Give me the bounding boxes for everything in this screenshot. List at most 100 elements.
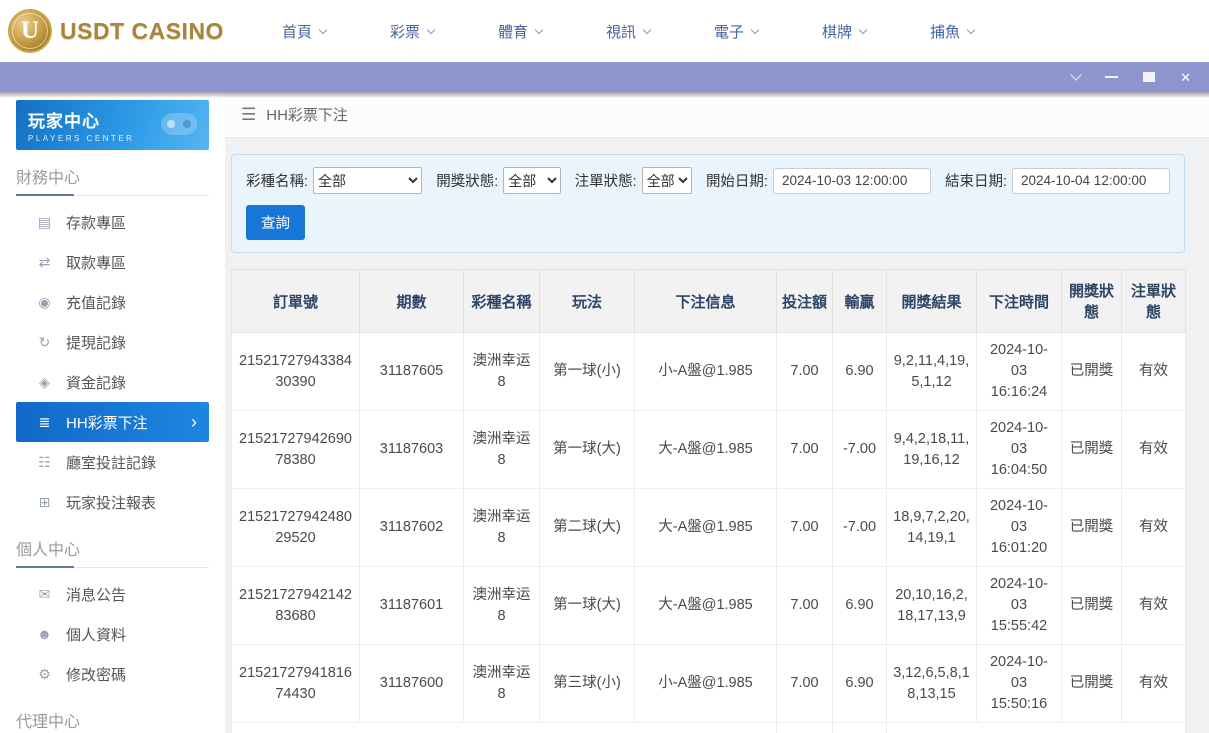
nav-item-label: 體育 [498,21,528,42]
withdraw-icon: ⇄ [36,254,53,271]
maximize-icon[interactable] [1143,72,1155,82]
page-summary-row: 當前頁統計 35.00 6.70 [232,723,1186,733]
lottery-select[interactable]: 全部 [313,167,422,194]
window-titlebar: ✕ [0,62,1209,92]
cell-win-loss: 6.90 [833,645,887,723]
logo-icon: U [8,9,52,53]
cell-order-no: 2152172794181674430 [232,645,360,723]
cell-play-type: 第一球(小) [540,333,635,411]
filter-row: 彩種名稱: 全部 開獎狀態: 全部 注單狀態: 全部 開始日期: 結束日期: [246,167,1170,194]
table-summary: 當前頁統計 35.00 6.70 總統計 35.00 6.70 [232,723,1186,733]
sidebar-item-profile[interactable]: ☻ 個人資料 [16,614,209,654]
cell-draw-status: 已開獎 [1062,489,1122,567]
chevron-down-icon [535,25,543,33]
cell-draw-status: 已開獎 [1062,567,1122,645]
cell-order-status: 有效 [1122,333,1186,411]
cell-period: 31187602 [360,489,464,567]
personal-menu: ✉ 消息公告 ☻ 個人資料 ⚙ 修改密碼 [0,574,225,694]
close-icon[interactable]: ✕ [1180,71,1191,84]
summary-win: 6.70 [833,723,887,733]
nav-item[interactable]: 彩票 [390,21,434,42]
nav-item[interactable]: 首頁 [282,21,326,42]
column-header: 玩法 [540,270,635,333]
cell-bet-info: 大-A盤@1.985 [635,489,777,567]
sidebar-item-funds-records[interactable]: ◈ 資金記錄 [16,362,209,402]
section-header-agent: 代理中心 [16,708,209,733]
cell-order-no: 2152172794248029520 [232,489,360,567]
cell-draw-status: 已開獎 [1062,333,1122,411]
cell-draw-result: 9,4,2,18,11,19,16,12 [887,411,977,489]
column-header: 開獎結果 [887,270,977,333]
cell-bet-amount: 7.00 [777,645,833,723]
minimize-icon[interactable] [1105,76,1118,78]
cell-period: 31187603 [360,411,464,489]
section-header-personal: 個人中心 [16,536,209,568]
table-row: 2152172794214283680 31187601 澳洲幸运8 第一球(大… [232,567,1186,645]
chevron-down-icon [967,25,975,33]
order-status-select[interactable]: 全部 [642,167,692,194]
gamepad-icon [161,113,197,135]
sidebar-item-change-password[interactable]: ⚙ 修改密碼 [16,654,209,694]
cell-play-type: 第二球(大) [540,489,635,567]
search-button[interactable]: 查詢 [246,205,305,240]
sidebar-item-label: 存款專區 [66,212,126,233]
nav-item-label: 首頁 [282,21,312,42]
cell-draw-result: 3,12,6,5,8,18,13,15 [887,645,977,723]
table-body: 2152172794338430390 31187605 澳洲幸运8 第一球(小… [232,333,1186,723]
sidebar-item-recharge-records[interactable]: ◉ 充值記錄 [16,282,209,322]
lottery-bet-icon: ≣ [36,414,53,431]
cell-lottery-name: 澳洲幸运8 [464,489,540,567]
bets-table: 訂單號 期數 彩種名稱 玩法 下注信息 投注額 [231,269,1186,733]
sidebar-item-label: 修改密碼 [66,664,126,685]
nav-item[interactable]: 棋牌 [822,21,866,42]
column-header: 投注額 [777,270,833,333]
end-date-input[interactable] [1012,168,1170,194]
cell-play-type: 第三球(小) [540,645,635,723]
chevron-down-icon [427,25,435,33]
table-row: 2152172794338430390 31187605 澳洲幸运8 第一球(小… [232,333,1186,411]
cell-order-status: 有效 [1122,411,1186,489]
cell-bet-info: 小-A盤@1.985 [635,333,777,411]
bets-table-card: 訂單號 期數 彩種名稱 玩法 下注信息 投注額 [231,269,1185,733]
sidebar-item-announcements[interactable]: ✉ 消息公告 [16,574,209,614]
logo-text: USDT CASINO [60,18,224,45]
sidebar-item-player-bet-report[interactable]: ⊞ 玩家投注報表 [16,482,209,522]
nav-item-label: 視訊 [606,21,636,42]
column-header: 下注信息 [635,270,777,333]
cell-bet-time: 2024-10-03 16:04:50 [977,411,1062,489]
nav-item[interactable]: 電子 [714,21,758,42]
sidebar-item-hh-lottery-bets[interactable]: ≣ HH彩票下注 › [16,402,209,442]
usdt-logo[interactable]: U USDT CASINO [8,9,224,53]
menu-icon[interactable]: ☰ [241,105,256,125]
cell-play-type: 第一球(大) [540,411,635,489]
bell-icon: ✉ [36,586,53,603]
nav-item[interactable]: 捕魚 [930,21,974,42]
nav-item[interactable]: 體育 [498,21,542,42]
start-date-input[interactable] [773,168,931,194]
sidebar-item-hall-bet-records[interactable]: ☷ 廳室投註記錄 [16,442,209,482]
nav-item[interactable]: 視訊 [606,21,650,42]
sidebar-item-label: 玩家投注報表 [66,492,156,513]
recharge-icon: ◉ [36,294,53,311]
chevron-down-icon [751,25,759,33]
cell-period: 31187600 [360,645,464,723]
nav-item-label: 棋牌 [822,21,852,42]
column-header: 注單狀態 [1122,270,1186,333]
lottery-filter-label: 彩種名稱: [246,170,308,191]
sidebar-item-deposit[interactable]: ▤ 存款專區 [16,202,209,242]
cell-win-loss: -7.00 [833,489,887,567]
sidebar-item-cashout-records[interactable]: ↻ 提現記錄 [16,322,209,362]
sidebar-item-withdraw[interactable]: ⇄ 取款專區 [16,242,209,282]
cell-bet-amount: 7.00 [777,567,833,645]
sidebar-item-label: 消息公告 [66,584,126,605]
chevron-down-icon [859,25,867,33]
chevron-down-icon[interactable] [1070,69,1081,80]
order-status-filter-label: 注單狀態: [575,170,637,191]
sidebar-item-label: 廳室投註記錄 [66,452,156,473]
cell-period: 31187605 [360,333,464,411]
table-row: 2152172794181674430 31187600 澳洲幸运8 第三球(小… [232,645,1186,723]
column-header: 期數 [360,270,464,333]
draw-status-select[interactable]: 全部 [503,167,560,194]
funds-icon: ◈ [36,374,53,391]
cell-lottery-name: 澳洲幸运8 [464,567,540,645]
